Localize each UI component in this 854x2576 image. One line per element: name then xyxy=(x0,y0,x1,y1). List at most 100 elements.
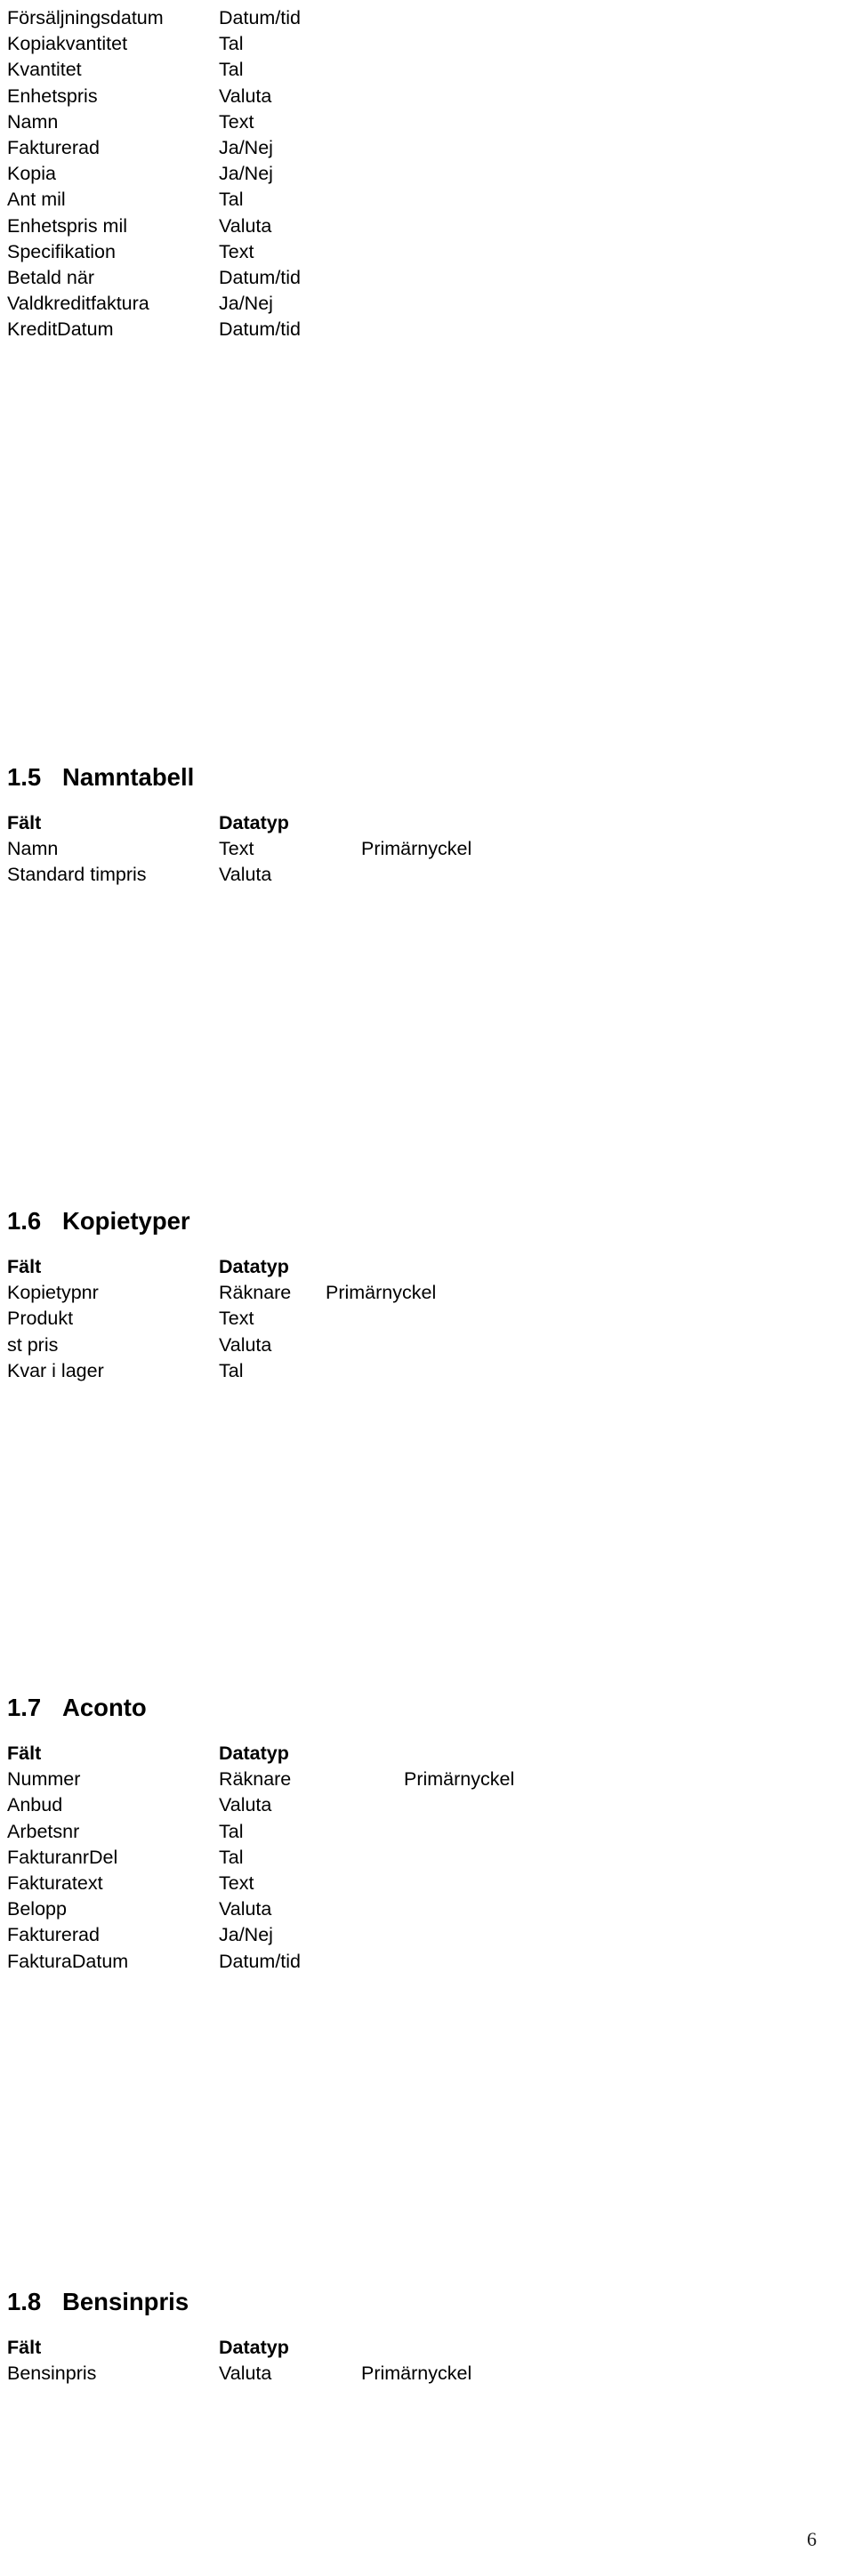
page-number: 6 xyxy=(807,2528,817,2550)
key-cell xyxy=(326,265,854,291)
column-header-datatype: Datatyp xyxy=(219,812,289,833)
field-name-cell: Kopiakvantitet xyxy=(7,33,128,55)
table-row: Produkt Text xyxy=(0,1306,854,1332)
datatype-cell: Tal xyxy=(219,1359,244,1381)
field-name-cell: Kopietypnr xyxy=(7,1282,99,1304)
datatype-cell: Valuta xyxy=(219,214,272,237)
table-row: KreditDatum Datum/tid xyxy=(0,317,854,342)
field-name-cell: st pris xyxy=(7,1333,59,1356)
field-name-cell: Kopia xyxy=(7,163,56,185)
section-heading-1-7: 1.7 Aconto xyxy=(0,1693,854,1723)
key-cell xyxy=(326,1332,854,1358)
section-heading-1-5: 1.5 Namntabell xyxy=(0,762,854,793)
column-header-key xyxy=(326,810,854,836)
key-cell: Primärnyckel xyxy=(326,1282,437,1304)
key-cell xyxy=(326,1358,854,1384)
section-number: 1.6 xyxy=(7,1207,42,1235)
field-name-cell: Ant mil xyxy=(7,189,66,211)
key-cell xyxy=(326,31,854,57)
datatype-cell: Text xyxy=(219,838,254,860)
key-cell xyxy=(326,291,854,317)
key-cell xyxy=(326,1871,854,1896)
table-row: Fakturatext Text xyxy=(0,1871,854,1896)
key-cell xyxy=(326,1922,854,1948)
key-cell xyxy=(326,1792,854,1818)
column-header-key xyxy=(326,2335,854,2361)
column-header-datatype: Datatyp xyxy=(219,1743,289,1764)
section-number: 1.5 xyxy=(7,763,42,791)
table-row: Nummer Räknare Primärnyckel xyxy=(0,1767,854,1792)
section-1-7: 1.7 Aconto Fält Datatyp Nummer Räknare Pr… xyxy=(0,1693,854,1975)
key-cell: Primärnyckel xyxy=(361,2363,472,2385)
datatype-cell: Räknare xyxy=(219,1768,292,1791)
key-cell: Primärnyckel xyxy=(404,1768,515,1791)
table-row: Namn Text Primärnyckel xyxy=(0,836,854,862)
column-header-field: Fält xyxy=(7,2337,42,2358)
field-name-cell: KreditDatum xyxy=(7,318,114,341)
section-number: 1.8 xyxy=(7,2288,42,2315)
field-name-cell: Kvantitet xyxy=(7,59,82,81)
table-row: Enhetspris mil Valuta xyxy=(0,213,854,239)
datatype-cell: Ja/Nej xyxy=(219,163,273,185)
section-1-5: 1.5 Namntabell Fält Datatyp Namn Text Pri… xyxy=(0,762,854,889)
table-row: Kopiakvantitet Tal xyxy=(0,31,854,57)
datatype-cell: Valuta xyxy=(219,1898,272,1920)
datatype-cell: Tal xyxy=(219,189,244,211)
key-cell xyxy=(326,1845,854,1871)
intro-field-table: Försäljningsdatum Datum/tid Kopiakvantit… xyxy=(0,5,854,343)
column-header-field: Fält xyxy=(7,1743,42,1764)
section-1-7-field-table: Fält Datatyp Nummer Räknare Primärnyckel… xyxy=(0,1741,854,1975)
table-row: Specifikation Text xyxy=(0,239,854,265)
key-cell xyxy=(326,135,854,161)
key-cell xyxy=(326,317,854,342)
document-page: Försäljningsdatum Datum/tid Kopiakvantit… xyxy=(0,0,854,2576)
datatype-cell: Valuta xyxy=(219,864,272,886)
key-cell xyxy=(326,109,854,135)
field-name-cell: Standard timpris xyxy=(7,864,147,886)
section-title: Aconto xyxy=(62,1694,147,1721)
column-header-field: Fält xyxy=(7,812,42,833)
datatype-cell: Tal xyxy=(219,1820,244,1842)
table-row: Fakturerad Ja/Nej xyxy=(0,135,854,161)
datatype-cell: Tal xyxy=(219,33,244,55)
datatype-cell: Text xyxy=(219,1872,254,1895)
field-name-cell: Betald när xyxy=(7,267,95,289)
table-row: st pris Valuta xyxy=(0,1332,854,1358)
field-name-cell: Kvar i lager xyxy=(7,1359,104,1381)
datatype-cell: Ja/Nej xyxy=(219,1924,273,1946)
table-row: Belopp Valuta xyxy=(0,1896,854,1922)
table-row: Försäljningsdatum Datum/tid xyxy=(0,5,854,31)
table-row: Kopietypnr Räknare Primärnyckel xyxy=(0,1280,854,1306)
field-name-cell: Anbud xyxy=(7,1794,63,1816)
datatype-cell: Valuta xyxy=(219,1794,272,1816)
key-cell xyxy=(326,187,854,213)
table-row: Kvar i lager Tal xyxy=(0,1358,854,1384)
table-row: Kvantitet Tal xyxy=(0,57,854,83)
datatype-cell: Text xyxy=(219,1308,254,1330)
field-name-cell: Namn xyxy=(7,110,59,133)
section-1-6-field-table: Fält Datatyp Kopietypnr Räknare Primärny… xyxy=(0,1254,854,1384)
key-cell xyxy=(326,161,854,187)
section-1-6: 1.6 Kopietyper Fält Datatyp Kopietypnr Rä… xyxy=(0,1206,854,1384)
datatype-cell: Tal xyxy=(219,1846,244,1868)
datatype-cell: Datum/tid xyxy=(219,267,302,289)
section-title: Kopietyper xyxy=(62,1207,190,1235)
table-row: FakturaDatum Datum/tid xyxy=(0,1949,854,1975)
datatype-cell: Valuta xyxy=(219,1333,272,1356)
field-name-cell: Namn xyxy=(7,838,59,860)
datatype-cell: Text xyxy=(219,240,254,262)
table-row: Arbetsnr Tal xyxy=(0,1819,854,1845)
table-row: Standard timpris Valuta xyxy=(0,862,854,888)
section-1-8: 1.8 Bensinpris Fält Datatyp Bensinpris Va… xyxy=(0,2287,854,2387)
section-1-5-field-table: Fält Datatyp Namn Text Primärnyckel Stan… xyxy=(0,810,854,889)
datatype-cell: Ja/Nej xyxy=(219,293,273,315)
datatype-cell: Valuta xyxy=(219,85,272,107)
datatype-cell: Tal xyxy=(219,59,244,81)
field-name-cell: Fakturatext xyxy=(7,1872,103,1895)
datatype-cell: Datum/tid xyxy=(219,318,302,341)
field-name-cell: Bensinpris xyxy=(7,2363,97,2385)
table-row: Kopia Ja/Nej xyxy=(0,161,854,187)
section-title: Namntabell xyxy=(62,763,195,791)
key-cell xyxy=(326,57,854,83)
field-name-cell: Produkt xyxy=(7,1308,74,1330)
